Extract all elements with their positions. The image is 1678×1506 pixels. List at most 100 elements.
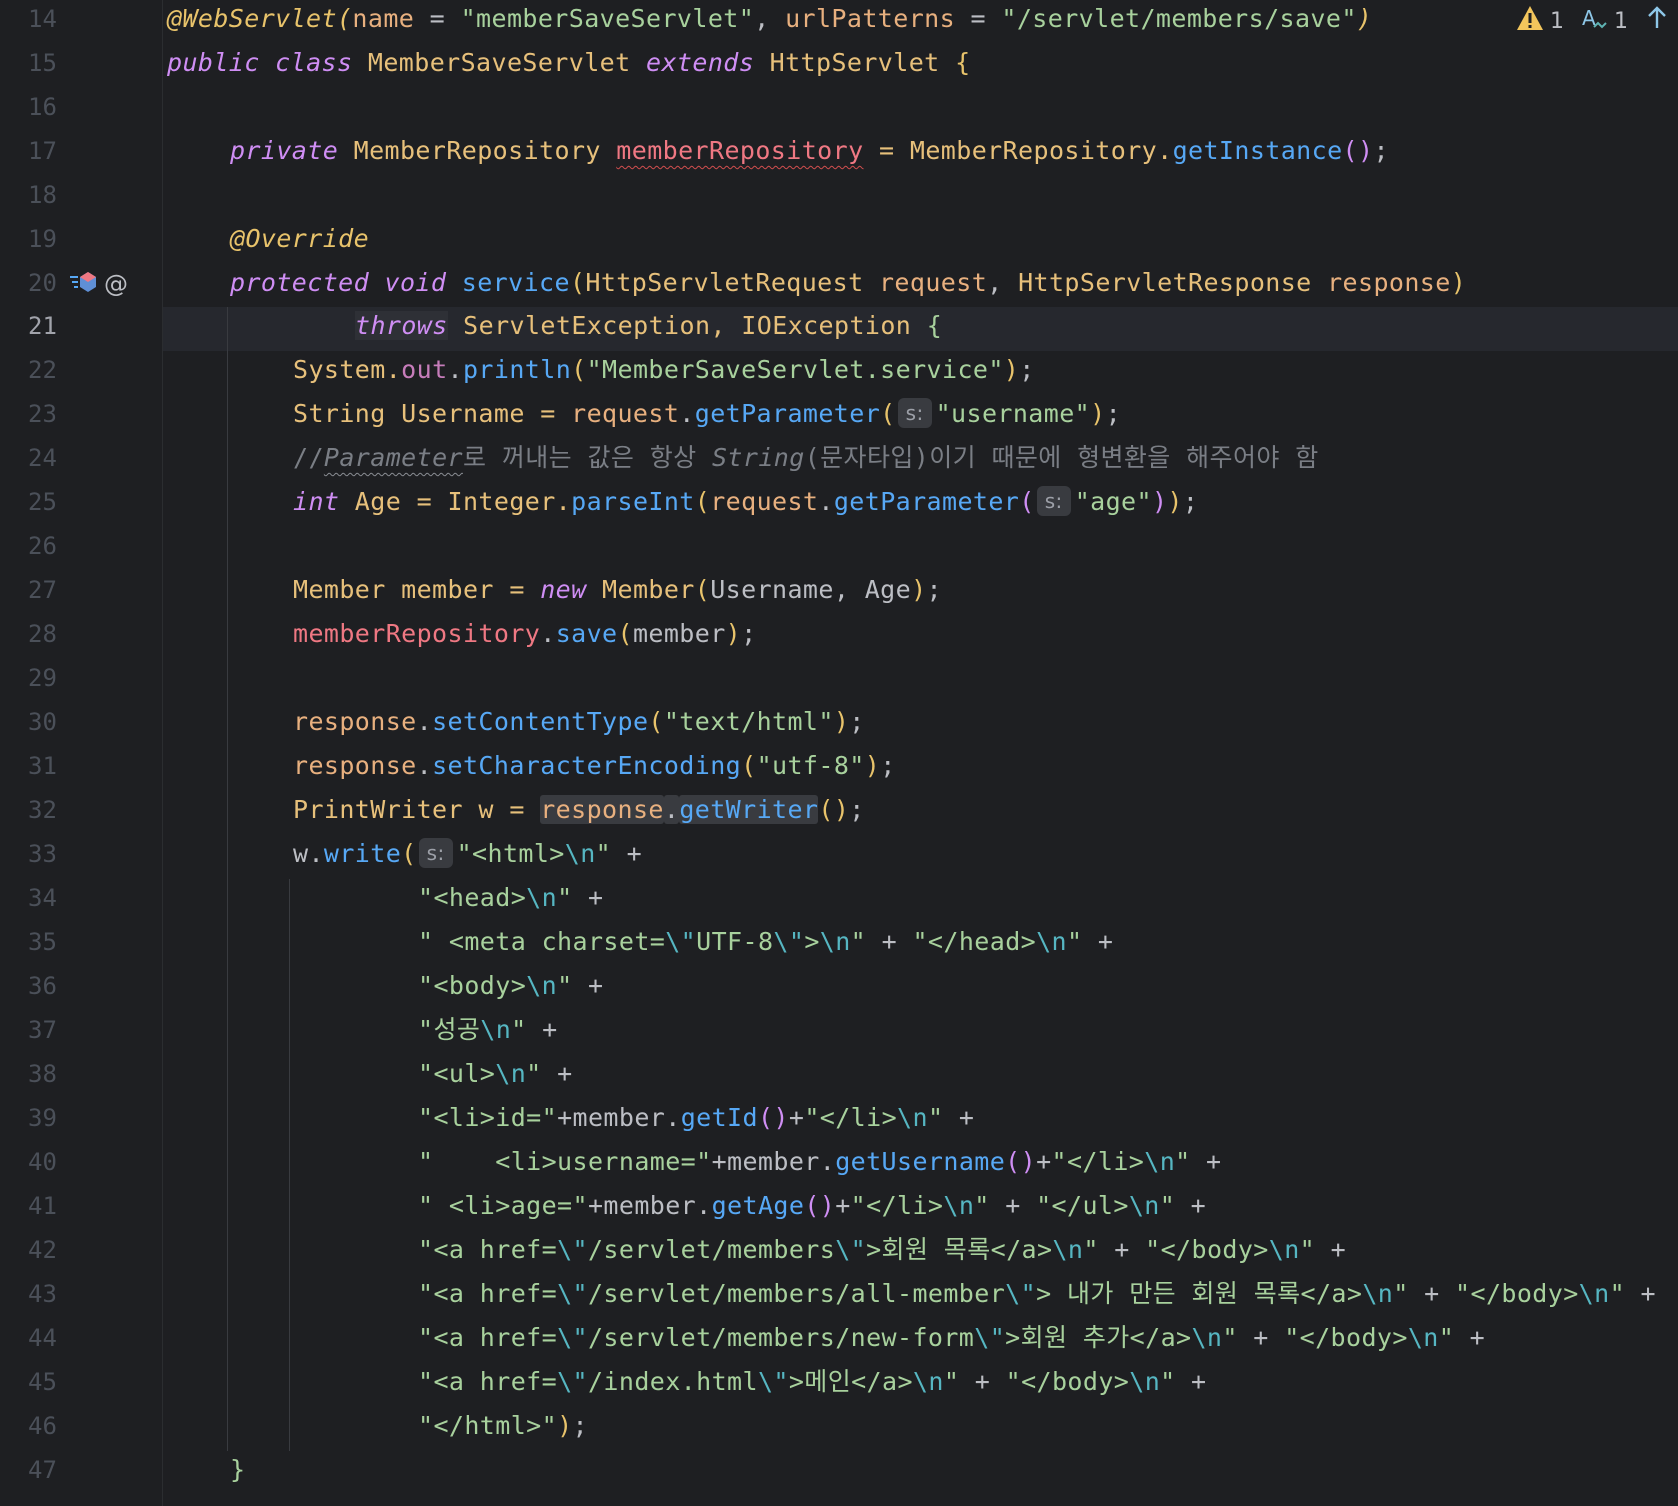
line-number: 39 — [28, 1104, 57, 1132]
code-line[interactable]: "성공\n" + — [418, 1011, 558, 1055]
gutter-row[interactable]: 34 — [0, 879, 162, 923]
gutter-row[interactable]: 41 — [0, 1187, 162, 1231]
gutter-row[interactable]: 21 — [0, 307, 162, 351]
gutter-row[interactable]: 37 — [0, 1011, 162, 1055]
code-line[interactable]: " <li>username="+member.getUsername()+"<… — [418, 1143, 1222, 1187]
gutter-row[interactable]: 47 — [0, 1451, 162, 1495]
gutter-row[interactable]: 17 — [0, 132, 162, 176]
gutter-row[interactable]: 22 — [0, 351, 162, 395]
gutter-row[interactable]: 16 — [0, 88, 162, 132]
code-line[interactable]: "</html>"); — [418, 1407, 588, 1451]
line-number: 43 — [28, 1280, 57, 1308]
arrow-up-icon[interactable] — [1644, 5, 1670, 37]
code-line[interactable]: @Override — [230, 220, 369, 264]
code-line[interactable]: @WebServlet(name = "memberSaveServlet", … — [167, 0, 1372, 44]
gutter-row[interactable]: 39 — [0, 1099, 162, 1143]
annotation-icon[interactable]: @ — [104, 270, 128, 298]
gutter-row[interactable]: 28 — [0, 615, 162, 659]
code-line[interactable]: protected void service(HttpServletReques… — [230, 264, 1466, 308]
code-line[interactable]: response.setContentType("text/html"); — [293, 703, 865, 747]
line-number: 28 — [28, 620, 57, 648]
typo-icon[interactable]: A — [1580, 5, 1608, 37]
code-line[interactable]: "<head>\n" + — [418, 879, 603, 923]
gutter-row[interactable]: 42 — [0, 1231, 162, 1275]
gutter-row[interactable]: 18 — [0, 176, 162, 220]
line-number: 46 — [28, 1412, 57, 1440]
gutter-row[interactable]: 25 — [0, 483, 162, 527]
gutter-row[interactable]: 38 — [0, 1055, 162, 1099]
line-number: 25 — [28, 488, 57, 516]
implementing-method-icon[interactable] — [68, 269, 98, 299]
code-line[interactable]: memberRepository.save(member); — [293, 615, 757, 659]
code-line[interactable]: response.setCharacterEncoding("utf-8"); — [293, 747, 896, 791]
code-editor[interactable]: 14 15 16 17 18 19 20 @ 21 22 23 24 25 26… — [0, 0, 1678, 1506]
gutter-row[interactable]: 15 — [0, 44, 162, 88]
line-number: 31 — [28, 752, 57, 780]
code-line[interactable]: throws ServletException, IOException { — [355, 307, 942, 351]
line-number: 45 — [28, 1368, 57, 1396]
gutter-row[interactable]: 46 — [0, 1407, 162, 1451]
line-number: 15 — [28, 49, 57, 77]
line-number: 47 — [28, 1456, 57, 1484]
code-line[interactable]: //Parameter로 꺼내는 값은 항상 String(문자타입)이기 때문… — [293, 439, 1319, 483]
parameter-hint: s: — [1036, 486, 1071, 516]
line-number: 24 — [28, 444, 57, 472]
code-line[interactable]: " <li>age="+member.getAge()+"</li>\n" + … — [418, 1187, 1206, 1231]
line-number: 33 — [28, 840, 57, 868]
gutter-row[interactable]: 35 — [0, 923, 162, 967]
code-line[interactable]: "<a href=\"/servlet/members/new-form\">회… — [418, 1319, 1485, 1363]
line-number: 23 — [28, 400, 57, 428]
line-number: 42 — [28, 1236, 57, 1264]
line-number: 19 — [28, 225, 57, 253]
code-line[interactable]: "<a href=\"/servlet/members\">회원 목록</a>\… — [418, 1231, 1346, 1275]
line-number: 16 — [28, 93, 57, 121]
code-line[interactable]: public class MemberSaveServlet extends H… — [167, 44, 971, 88]
line-number: 17 — [28, 137, 57, 165]
code-line[interactable]: w.write(s: "<html>\n" + — [293, 835, 642, 879]
inspection-status[interactable]: 1 A 1 — [1516, 4, 1670, 38]
line-number: 34 — [28, 884, 57, 912]
gutter-row[interactable]: 27 — [0, 571, 162, 615]
gutter-row[interactable]: 23 — [0, 395, 162, 439]
gutter-row[interactable]: 43 — [0, 1275, 162, 1319]
gutter-row[interactable]: 24 — [0, 439, 162, 483]
line-number: 22 — [28, 356, 57, 384]
gutter-row[interactable]: 29 — [0, 659, 162, 703]
code-line[interactable]: System.out.println("MemberSaveServlet.se… — [293, 351, 1035, 395]
code-line[interactable]: " <meta charset=\"UTF-8\">\n" + "</head>… — [418, 923, 1113, 967]
code-line[interactable]: "<ul>\n" + — [418, 1055, 573, 1099]
code-line[interactable]: "<body>\n" + — [418, 967, 603, 1011]
line-number-gutter[interactable]: 14 15 16 17 18 19 20 @ 21 22 23 24 25 26… — [0, 0, 163, 1506]
code-line[interactable]: } — [230, 1451, 245, 1495]
line-number: 44 — [28, 1324, 57, 1352]
gutter-row[interactable]: 14 — [0, 0, 162, 44]
code-area[interactable]: @WebServlet(name = "memberSaveServlet", … — [167, 0, 1672, 1506]
line-number: 36 — [28, 972, 57, 1000]
warning-triangle-icon[interactable] — [1516, 5, 1544, 37]
code-line[interactable]: private MemberRepository memberRepositor… — [230, 132, 1389, 176]
code-line[interactable]: String Username = request.getParameter(s… — [293, 395, 1121, 439]
code-line[interactable]: "<li>id="+member.getId()+"</li>\n" + — [418, 1099, 974, 1143]
code-line[interactable]: PrintWriter w = response.getWriter(); — [293, 791, 865, 835]
code-line[interactable]: Member member = new Member(Username, Age… — [293, 571, 942, 615]
code-line[interactable]: "<a href=\"/index.html\">메인</a>\n" + "</… — [418, 1363, 1207, 1407]
line-number: 26 — [28, 532, 57, 560]
line-number: 14 — [28, 5, 57, 33]
line-number: 40 — [28, 1148, 57, 1176]
gutter-row[interactable]: 40 — [0, 1143, 162, 1187]
gutter-row[interactable]: 33 — [0, 835, 162, 879]
typo-count: 1 — [1614, 8, 1628, 34]
indent-guide — [227, 307, 228, 1451]
gutter-icons: @ — [68, 268, 128, 300]
gutter-row[interactable]: 31 — [0, 747, 162, 791]
gutter-row[interactable]: 19 — [0, 220, 162, 264]
gutter-row[interactable]: 32 — [0, 791, 162, 835]
gutter-row[interactable]: 30 — [0, 703, 162, 747]
gutter-row[interactable]: 20 @ — [0, 264, 162, 308]
gutter-row[interactable]: 36 — [0, 967, 162, 1011]
code-line[interactable]: int Age = Integer.parseInt(request.getPa… — [293, 483, 1198, 527]
gutter-row[interactable]: 44 — [0, 1319, 162, 1363]
gutter-row[interactable]: 26 — [0, 527, 162, 571]
code-line[interactable]: "<a href=\"/servlet/members/all-member\"… — [418, 1275, 1656, 1319]
gutter-row[interactable]: 45 — [0, 1363, 162, 1407]
